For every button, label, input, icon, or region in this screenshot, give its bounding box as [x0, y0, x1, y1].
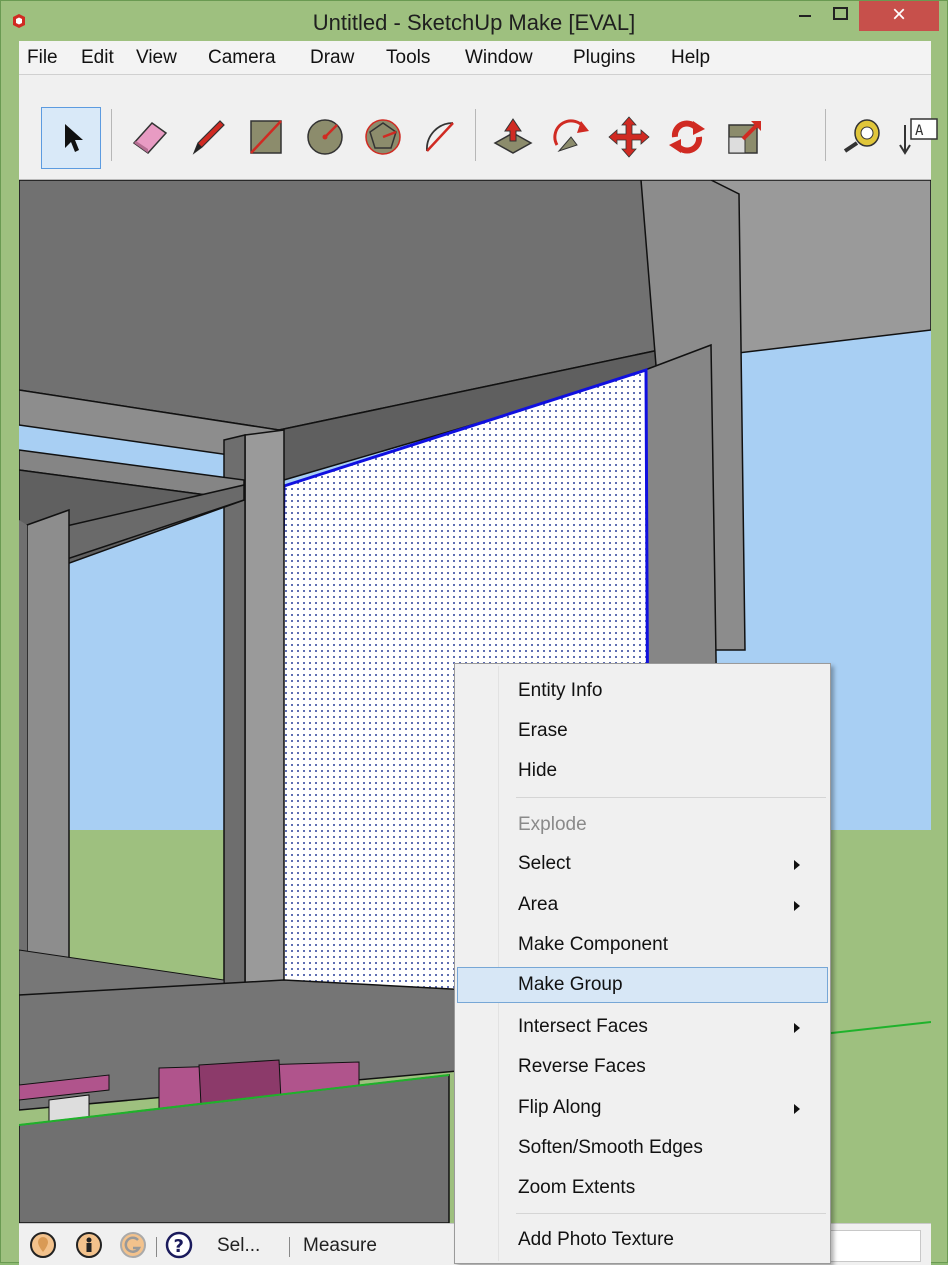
rotate-tool-button[interactable]	[661, 107, 713, 167]
menu-item-label: Explode	[518, 814, 587, 835]
menu-item-label: Intersect Faces	[518, 1016, 648, 1037]
google-sign-in-icon[interactable]	[119, 1231, 147, 1259]
text-icon: A	[899, 118, 938, 155]
push-pull-icon	[493, 118, 533, 154]
svg-text:A: A	[915, 123, 924, 139]
move-tool-button[interactable]	[603, 107, 655, 167]
eraser-icon	[132, 122, 168, 154]
menu-item-label: Hide	[518, 760, 558, 781]
submenu-arrow-icon	[794, 860, 800, 870]
menu-item-add-photo-texture[interactable]: Add Photo Texture	[457, 1222, 828, 1258]
menu-item-explode: Explode	[457, 807, 828, 843]
menu-item-label: Area	[518, 894, 559, 915]
menu-window[interactable]: Window	[465, 47, 533, 69]
menu-item-label: Add Photo Texture	[518, 1229, 674, 1250]
help-icon[interactable]: ?	[165, 1231, 193, 1259]
menu-item-label: Reverse Faces	[518, 1056, 646, 1077]
circle-icon	[307, 119, 343, 155]
menu-item-zoom-extents[interactable]: Zoom Extents	[457, 1170, 828, 1206]
svg-text:?: ?	[174, 1236, 184, 1257]
push-pull-tool-button[interactable]	[487, 107, 539, 167]
menu-draw[interactable]: Draw	[310, 47, 354, 69]
measurements-input[interactable]	[823, 1230, 921, 1262]
measurements-label: Measure	[303, 1235, 377, 1256]
move-icon	[608, 116, 650, 158]
title-bar[interactable]: Untitled - SketchUp Make [EVAL] ×	[1, 1, 947, 41]
menu-item-hide[interactable]: Hide	[457, 753, 828, 789]
select-tool-button[interactable]	[41, 107, 101, 169]
rectangle-tool-button[interactable]	[240, 107, 292, 167]
toolbar-separator	[475, 109, 476, 161]
maximize-button[interactable]	[829, 1, 859, 31]
menu-item-area[interactable]: Area	[457, 887, 828, 923]
submenu-arrow-icon	[794, 1104, 800, 1114]
menu-bar: File Edit View Camera Draw Tools Window …	[19, 41, 931, 75]
text-tool-button[interactable]: A	[893, 107, 938, 167]
close-icon: ×	[891, 1, 906, 28]
menu-item-label: Make Component	[518, 934, 668, 955]
menu-item-make-group[interactable]: Make Group	[457, 967, 828, 1003]
menu-item-intersect-faces[interactable]: Intersect Faces	[457, 1009, 828, 1045]
main-toolbar: A	[19, 75, 938, 180]
menu-edit[interactable]: Edit	[81, 47, 114, 69]
maximize-icon	[833, 7, 848, 20]
menu-separator	[516, 1213, 826, 1214]
scale-tool-button[interactable]	[719, 107, 771, 167]
geo-location-icon[interactable]	[29, 1231, 57, 1259]
menu-item-erase[interactable]: Erase	[457, 713, 828, 749]
menu-tools[interactable]: Tools	[386, 47, 430, 69]
rotate-icon	[669, 120, 705, 154]
menu-camera[interactable]: Camera	[208, 47, 276, 69]
menu-item-label: Entity Info	[518, 680, 603, 701]
sketchup-window: Untitled - SketchUp Make [EVAL] × File E…	[0, 0, 948, 1265]
menu-separator	[516, 797, 826, 798]
menu-item-make-component[interactable]: Make Component	[457, 927, 828, 963]
menu-item-label: Make Group	[518, 974, 623, 995]
eraser-tool-button[interactable]	[124, 107, 176, 167]
toolbar-separator	[111, 109, 112, 161]
menu-item-label: Select	[518, 853, 571, 874]
tape-measure-tool-button[interactable]	[837, 107, 889, 167]
follow-me-icon	[553, 119, 589, 153]
arc-tool-button[interactable]	[415, 107, 467, 167]
minimize-icon	[799, 15, 811, 17]
menu-item-reverse-faces[interactable]: Reverse Faces	[457, 1049, 828, 1085]
credits-icon[interactable]	[75, 1231, 103, 1259]
pencil-icon	[192, 120, 225, 155]
menu-file[interactable]: File	[27, 47, 58, 69]
menu-item-soften-smooth-edges[interactable]: Soften/Smooth Edges	[457, 1130, 828, 1166]
menu-item-label: Zoom Extents	[518, 1177, 636, 1198]
submenu-arrow-icon	[794, 1023, 800, 1033]
menu-item-label: Soften/Smooth Edges	[518, 1137, 703, 1158]
submenu-arrow-icon	[794, 901, 800, 911]
status-text: Sel...	[217, 1235, 261, 1256]
menu-view[interactable]: View	[136, 47, 177, 69]
scale-icon	[728, 121, 761, 154]
close-button[interactable]: ×	[859, 1, 939, 31]
follow-me-tool-button[interactable]	[545, 107, 597, 167]
polygon-icon	[365, 119, 401, 155]
menu-item-flip-along[interactable]: Flip Along	[457, 1090, 828, 1126]
menu-item-entity-info[interactable]: Entity Info	[457, 673, 828, 709]
tape-measure-icon	[843, 119, 880, 153]
menu-item-select[interactable]: Select	[457, 846, 828, 882]
toolbar-separator	[825, 109, 826, 161]
minimize-button[interactable]	[783, 1, 829, 31]
menu-help[interactable]: Help	[671, 47, 710, 69]
pencil-tool-button[interactable]	[182, 107, 234, 167]
statusbar-separator	[156, 1237, 157, 1257]
menu-item-label: Flip Along	[518, 1097, 602, 1118]
circle-tool-button[interactable]	[299, 107, 351, 167]
polygon-tool-button[interactable]	[357, 107, 409, 167]
menu-item-label: Erase	[518, 720, 568, 741]
statusbar-separator	[289, 1237, 290, 1257]
rectangle-icon	[250, 120, 282, 154]
context-menu: Entity Info Erase Hide Explode Select Ar…	[454, 663, 831, 1264]
arc-icon	[426, 122, 454, 152]
select-arrow-icon	[65, 124, 83, 152]
menu-plugins[interactable]: Plugins	[573, 47, 635, 69]
